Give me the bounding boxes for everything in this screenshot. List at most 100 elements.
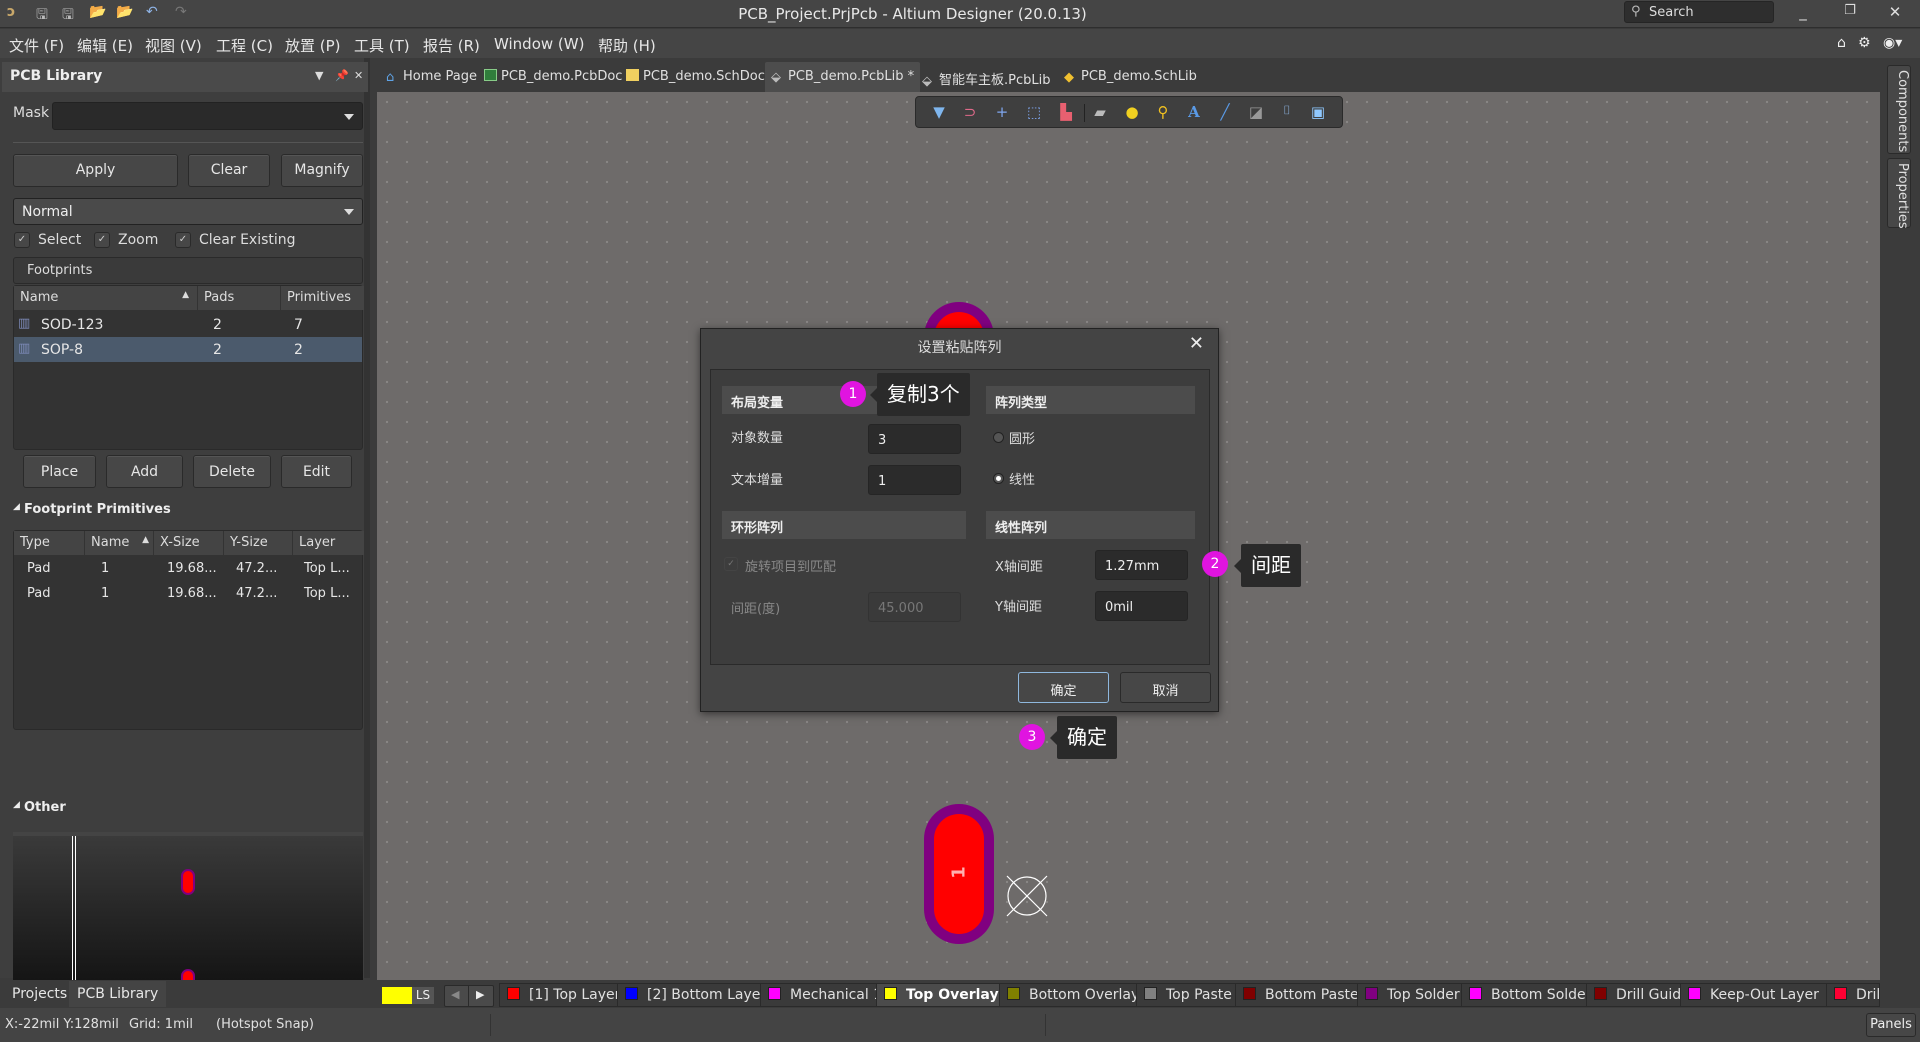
components-panel-tab[interactable]: Components [1887, 65, 1911, 154]
layer-tab-top-overlay[interactable]: Top Overlay [876, 983, 1008, 1007]
filter-icon[interactable]: ▼ [928, 103, 950, 123]
dialog-close-icon[interactable]: ✕ [1189, 333, 1204, 354]
text-increment-input[interactable]: 1 [868, 465, 961, 495]
mode-select[interactable]: Normal [13, 198, 363, 225]
mask-input[interactable] [52, 102, 363, 130]
footprints-title: Footprints [27, 263, 93, 278]
table-row-selected[interactable]: ▥ SOP-8 2 2 [14, 337, 362, 362]
tab-pcblib-active[interactable]: ⬙ PCB_demo.PcbLib * [765, 62, 921, 92]
edit-button[interactable]: Edit [281, 455, 352, 488]
clear-existing-checkbox[interactable]: ✓ [175, 232, 191, 248]
object-count-input[interactable]: 3 [868, 424, 961, 454]
ok-button[interactable]: 确定 [1018, 672, 1109, 703]
tab-home-page[interactable]: ⌂ Home Page [380, 62, 483, 92]
gear-icon[interactable]: ⚙ [1858, 35, 1871, 51]
via-icon[interactable]: ⚲ [1152, 103, 1174, 123]
menu-view[interactable]: 视图 (V) [145, 35, 202, 56]
add-button[interactable]: Add [106, 455, 183, 488]
collapse-icon[interactable]: ◢ [13, 800, 20, 810]
properties-panel-tab[interactable]: Properties [1887, 158, 1911, 229]
layer-tab-top-layer[interactable]: [1] Top Layer [499, 983, 630, 1007]
restore-button[interactable]: ❐ [1835, 3, 1865, 18]
table-row[interactable]: ▥ SOD-123 2 7 [14, 312, 362, 337]
tab-smartcar-pcblib[interactable]: ⬙ 智能车主板.PcbLib [916, 62, 1056, 92]
circular-radio[interactable] [993, 432, 1004, 443]
spacing-degree-input[interactable]: 45.000 [868, 592, 961, 622]
col-name[interactable]: Name ▲ [14, 286, 197, 310]
route-icon[interactable]: ⊃ [959, 103, 981, 123]
panel-menu-icon[interactable]: ▼ [315, 69, 323, 82]
minimize-button[interactable]: _ [1788, 3, 1818, 21]
apply-button[interactable]: Apply [13, 154, 178, 187]
y-spacing-input[interactable]: 0mil [1095, 591, 1188, 621]
x-spacing-input[interactable]: 1.27mm [1095, 550, 1188, 580]
layer-tab-bottom-overlay[interactable]: Bottom Overlay [999, 983, 1149, 1007]
crosshair-icon[interactable]: + [991, 103, 1013, 123]
scroll-left-icon[interactable]: ◀ [451, 988, 459, 1001]
rotate-checkbox[interactable]: ✓ [724, 557, 738, 571]
delete-button[interactable]: Delete [193, 455, 271, 488]
menu-place[interactable]: 放置 (P) [285, 35, 341, 56]
menu-window[interactable]: Window (W) [494, 35, 584, 53]
line-icon[interactable]: ╱ [1214, 103, 1236, 123]
string-icon[interactable]: ⌷ [1276, 103, 1298, 123]
layer-color-swatch [625, 987, 638, 1000]
pad-icon[interactable]: ● [1121, 103, 1143, 123]
panels-button[interactable]: Panels [1866, 1013, 1916, 1037]
menu-help[interactable]: 帮助 (H) [598, 35, 656, 56]
layer-tab-top-paste[interactable]: Top Paste [1136, 983, 1241, 1007]
text-icon[interactable]: A [1183, 103, 1205, 123]
magnify-button[interactable]: Magnify [281, 154, 363, 187]
col-ysize[interactable]: Y-Size [223, 531, 292, 555]
layer-tab-top-solder[interactable]: Top Solder [1357, 983, 1469, 1007]
layer-tab-mechanical-1[interactable]: Mechanical 1 [760, 983, 892, 1007]
layer-tab-bottom-paste[interactable]: Bottom Paste [1235, 983, 1368, 1007]
menu-file[interactable]: 文件 (F) [9, 35, 64, 56]
col-name[interactable]: Name ▲ [84, 531, 153, 555]
linear-radio[interactable] [993, 473, 1004, 484]
user-account-icon[interactable]: ◉▾ [1883, 35, 1902, 51]
align-icon[interactable]: ▙ [1055, 103, 1077, 123]
panel-close-icon[interactable]: ✕ [354, 69, 363, 82]
col-pads[interactable]: Pads [197, 286, 280, 310]
layer-set-button[interactable]: LS [412, 987, 434, 1004]
select-checkbox[interactable]: ✓ [14, 232, 30, 248]
menu-edit[interactable]: 编辑 (E) [77, 35, 133, 56]
col-xsize[interactable]: X-Size [153, 531, 223, 555]
tab-schlib[interactable]: ◆ PCB_demo.SchLib [1058, 62, 1203, 92]
scroll-right-icon[interactable]: ▶ [476, 988, 484, 1001]
clear-button[interactable]: Clear [188, 154, 270, 187]
current-layer-swatch[interactable] [382, 987, 412, 1004]
cancel-button[interactable]: 取消 [1120, 672, 1211, 703]
region-icon[interactable]: ▣ [1307, 103, 1329, 123]
close-window-button[interactable]: ✕ [1880, 3, 1910, 21]
home-icon[interactable]: ⌂ [1837, 35, 1846, 51]
layer-color-swatch [1688, 987, 1701, 1000]
layer-tab-bottom-solder[interactable]: Bottom Solder [1461, 983, 1601, 1007]
place-button[interactable]: Place [23, 455, 96, 488]
search-input[interactable]: ⚲ Search [1624, 1, 1774, 23]
pad-solder-mask[interactable]: 1 [924, 804, 994, 944]
menu-reports[interactable]: 报告 (R) [423, 35, 480, 56]
dimension-icon[interactable]: ◪ [1245, 103, 1267, 123]
tab-schdoc[interactable]: PCB_demo.SchDoc [620, 62, 771, 92]
panel-tab-projects[interactable]: Projects [4, 981, 75, 1007]
table-row[interactable]: Pad 1 19.68... 47.2... Top L... [14, 582, 362, 607]
layer-tab-bottom-layer[interactable]: [2] Bottom Layer [617, 983, 776, 1007]
select-rect-icon[interactable]: ⬚ [1023, 103, 1045, 123]
pin-icon[interactable]: 📌 [335, 69, 349, 82]
layer-tab-keep-out[interactable]: Keep-Out Layer [1680, 983, 1828, 1007]
col-type[interactable]: Type [14, 531, 84, 555]
menu-tools[interactable]: 工具 (T) [354, 35, 410, 56]
menu-project[interactable]: 工程 (C) [216, 35, 273, 56]
zoom-checkbox[interactable]: ✓ [94, 232, 110, 248]
collapse-icon[interactable]: ◢ [13, 502, 20, 512]
col-layer[interactable]: Layer [292, 531, 364, 555]
panel-tab-pcb-library[interactable]: PCB Library [69, 981, 167, 1007]
tab-pcbdoc[interactable]: PCB_demo.PcbDoc [478, 62, 628, 92]
callout-text-1: 复制3个 [870, 373, 970, 416]
layer-tab-drill[interactable]: Drill [1826, 983, 1880, 1007]
component-icon[interactable]: ▰ [1089, 103, 1111, 123]
col-primitives[interactable]: Primitives [280, 286, 364, 310]
table-row[interactable]: Pad 1 19.68... 47.2... Top L... [14, 557, 362, 582]
